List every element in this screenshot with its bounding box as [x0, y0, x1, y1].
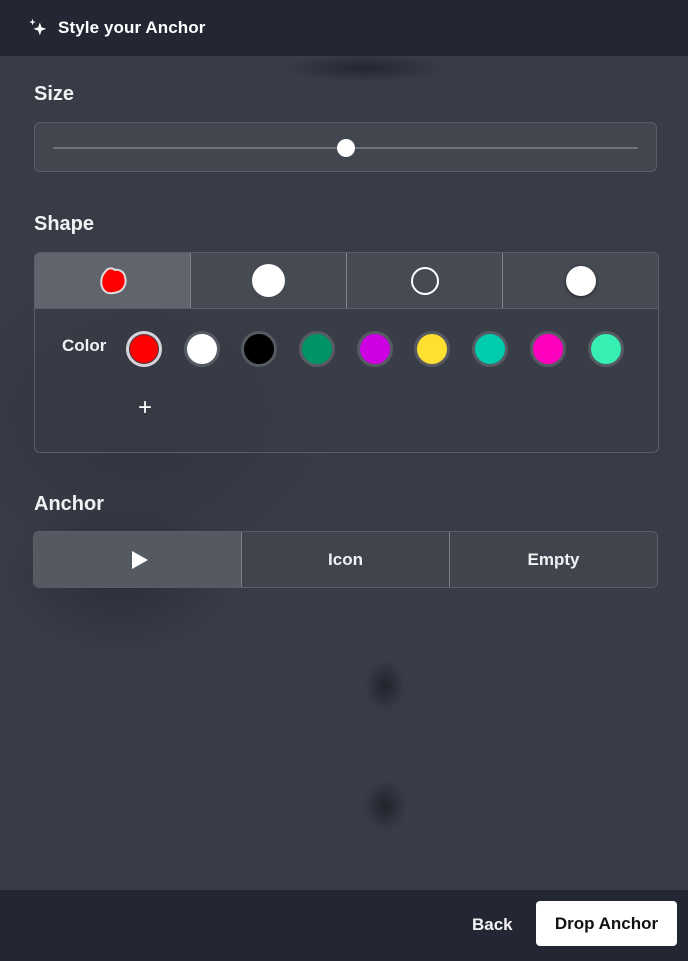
- shape-option-ring[interactable]: [347, 253, 503, 308]
- content-area: Size Shape Color + Anchor Icon Empty: [0, 56, 688, 890]
- shadow-circle-icon: [565, 265, 596, 296]
- ring-icon: [410, 266, 439, 295]
- blob-shape-icon: [99, 266, 127, 294]
- sparkle-icon: [29, 18, 47, 36]
- shape-option-filled-circle[interactable]: [191, 253, 347, 308]
- drop-anchor-button[interactable]: Drop Anchor: [536, 901, 677, 946]
- color-swatch[interactable]: [587, 331, 624, 367]
- play-icon: [131, 550, 148, 569]
- anchor-label: Anchor: [34, 493, 104, 515]
- size-label: Size: [34, 83, 75, 105]
- color-swatches: [126, 331, 645, 367]
- color-label: Color: [62, 336, 107, 355]
- color-swatch[interactable]: [472, 331, 509, 367]
- back-button[interactable]: Back: [462, 908, 523, 942]
- shape-option-shadow-circle[interactable]: [503, 253, 658, 308]
- anchor-option-play[interactable]: [34, 532, 242, 587]
- color-swatch[interactable]: [241, 331, 278, 367]
- filled-circle-icon: [252, 264, 285, 297]
- anchor-option-icon[interactable]: Icon: [242, 532, 450, 587]
- anchor-options: Icon Empty: [33, 531, 658, 588]
- anchor-option-empty[interactable]: Empty: [450, 532, 657, 587]
- color-swatch[interactable]: [183, 331, 220, 367]
- shape-options: [35, 253, 658, 309]
- shape-panel: Color +: [34, 252, 659, 453]
- color-swatch[interactable]: [414, 331, 451, 367]
- dialog-footer: Back Drop Anchor: [0, 890, 688, 961]
- slider-thumb[interactable]: [336, 139, 355, 157]
- size-slider[interactable]: [34, 122, 657, 172]
- shape-label: Shape: [34, 213, 95, 235]
- add-color-button[interactable]: +: [133, 396, 157, 420]
- shape-option-blob[interactable]: [35, 253, 191, 308]
- color-swatch[interactable]: [299, 331, 336, 367]
- color-swatch[interactable]: [356, 331, 393, 367]
- dialog-title: Style your Anchor: [58, 18, 206, 37]
- color-swatch[interactable]: [529, 331, 566, 367]
- dialog-header: Style your Anchor: [0, 0, 688, 56]
- color-swatch[interactable]: [126, 331, 162, 367]
